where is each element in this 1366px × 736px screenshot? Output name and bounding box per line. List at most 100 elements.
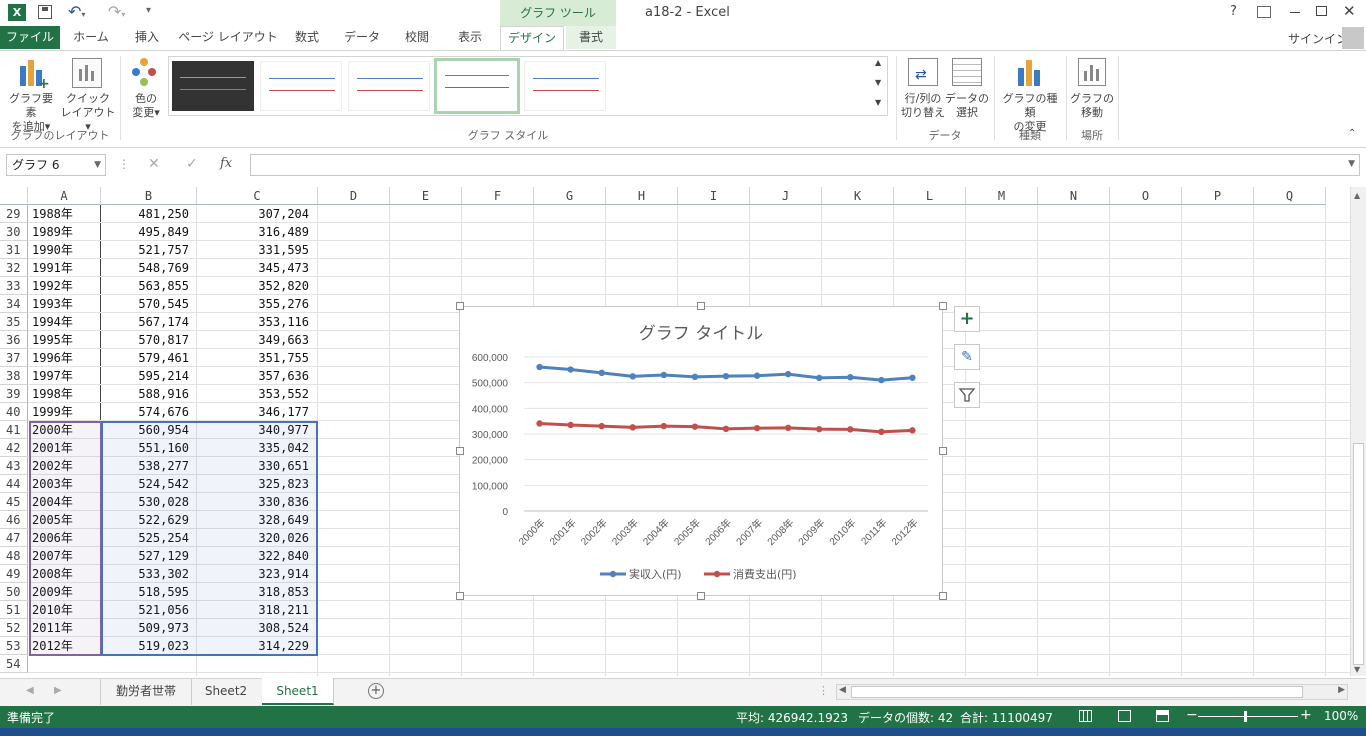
close-icon[interactable]: ✕ <box>1343 2 1356 20</box>
column-header[interactable]: O <box>1110 187 1182 205</box>
row-header[interactable]: 45 <box>0 493 28 511</box>
cell-expense[interactable]: 349,663 <box>197 331 309 349</box>
change-colors-button[interactable]: 色の 変更▾ <box>124 92 168 120</box>
chart-resize-handle[interactable] <box>456 447 464 455</box>
cell-expense[interactable]: 353,116 <box>197 313 309 331</box>
chart-style-5[interactable] <box>524 61 606 111</box>
vertical-scrollbar[interactable]: ▲ ▼ <box>1350 187 1366 676</box>
avatar[interactable] <box>1342 27 1364 49</box>
formula-input[interactable]: ▼ <box>250 154 1360 176</box>
column-header[interactable]: Q <box>1254 187 1326 205</box>
data-point[interactable] <box>567 366 574 373</box>
tab-design[interactable]: デザイン <box>500 26 564 50</box>
switch-row-column-button[interactable]: 行/列の 切り替え <box>898 92 948 120</box>
data-point[interactable] <box>722 372 730 380</box>
row-header[interactable]: 30 <box>0 223 28 241</box>
chart-resize-handle[interactable] <box>939 447 947 455</box>
column-header[interactable]: J <box>750 187 822 205</box>
row-header[interactable]: 51 <box>0 601 28 619</box>
page-break-view-icon[interactable] <box>1156 710 1169 722</box>
cell-year[interactable]: 1997年 <box>32 367 98 385</box>
row-header[interactable]: 32 <box>0 259 28 277</box>
row-header[interactable]: 31 <box>0 241 28 259</box>
tab-review[interactable]: 校閲 <box>392 26 442 49</box>
cell-expense[interactable]: 345,473 <box>197 259 309 277</box>
cell-income[interactable]: 481,250 <box>101 205 189 223</box>
chart-resize-handle[interactable] <box>456 592 464 600</box>
data-point[interactable] <box>909 374 916 381</box>
chart-filters-button[interactable] <box>954 382 980 408</box>
cell-year[interactable]: 1996年 <box>32 349 98 367</box>
tab-file[interactable]: ファイル <box>0 26 60 49</box>
data-point[interactable] <box>598 369 605 377</box>
row-header[interactable]: 54 <box>0 655 28 673</box>
enter-icon[interactable]: ✓ <box>186 156 198 172</box>
quick-layout-icon[interactable] <box>72 58 102 88</box>
column-header[interactable]: P <box>1182 187 1254 205</box>
redo-icon[interactable]: ↷▾ <box>108 2 125 21</box>
cell-year[interactable]: 1994年 <box>32 313 98 331</box>
minimize-icon[interactable] <box>1290 12 1300 13</box>
data-point[interactable] <box>909 427 916 434</box>
row-header[interactable]: 39 <box>0 385 28 403</box>
horizontal-scrollbar[interactable]: ◀ ▶ <box>836 684 1348 700</box>
cell-expense[interactable]: 351,755 <box>197 349 309 367</box>
cell-expense[interactable]: 352,820 <box>197 277 309 295</box>
cell-expense[interactable]: 331,595 <box>197 241 309 259</box>
name-box[interactable]: グラフ 6 ▼ <box>6 154 106 176</box>
data-point[interactable] <box>536 363 543 371</box>
column-header[interactable]: D <box>318 187 390 205</box>
data-point[interactable] <box>878 428 885 436</box>
cell-expense[interactable] <box>197 655 309 673</box>
switch-row-column-icon[interactable]: ⇄ <box>908 58 938 86</box>
select-data-icon[interactable] <box>952 58 982 86</box>
customize-qat-icon[interactable]: ▾ <box>146 5 151 16</box>
row-header[interactable]: 42 <box>0 439 28 457</box>
gallery-scroll-up-icon[interactable]: ▲ <box>875 58 881 67</box>
cell-income[interactable]: 595,214 <box>101 367 189 385</box>
tab-home[interactable]: ホーム <box>66 26 116 49</box>
row-header[interactable]: 34 <box>0 295 28 313</box>
data-point[interactable] <box>753 372 761 379</box>
gallery-scroll-down-icon[interactable]: ▼ <box>875 78 881 87</box>
chart-style-1[interactable] <box>172 61 254 111</box>
row-header[interactable]: 40 <box>0 403 28 421</box>
tab-split-icon[interactable]: ⋮ <box>818 684 829 697</box>
data-point[interactable] <box>598 422 605 430</box>
row-header[interactable]: 36 <box>0 331 28 349</box>
column-header[interactable]: A <box>28 187 101 205</box>
row-header[interactable]: 48 <box>0 547 28 565</box>
scroll-sheets-left-icon[interactable]: ◀ <box>26 685 34 696</box>
chart-resize-handle[interactable] <box>697 592 705 600</box>
add-chart-element-icon[interactable]: + <box>18 58 50 92</box>
cell-income[interactable]: 570,817 <box>101 331 189 349</box>
cell-income[interactable]: 567,174 <box>101 313 189 331</box>
chart-style-3[interactable] <box>348 61 430 111</box>
column-header[interactable]: E <box>390 187 462 205</box>
gallery-more-icon[interactable]: ▼ <box>875 98 881 107</box>
cell-year[interactable]: 1999年 <box>32 403 98 421</box>
cell-year[interactable]: 1988年 <box>32 205 98 223</box>
row-header[interactable]: 29 <box>0 205 28 223</box>
normal-view-icon[interactable] <box>1079 710 1092 722</box>
cell-income[interactable]: 548,769 <box>101 259 189 277</box>
chart-resize-handle[interactable] <box>456 302 464 310</box>
data-point[interactable] <box>660 422 668 430</box>
cell-income[interactable]: 579,461 <box>101 349 189 367</box>
data-point[interactable] <box>847 426 854 433</box>
chart-resize-handle[interactable] <box>939 592 947 600</box>
data-point[interactable] <box>660 371 668 379</box>
data-point[interactable] <box>691 423 699 430</box>
data-point[interactable] <box>629 373 636 380</box>
cell-year[interactable]: 1991年 <box>32 259 98 277</box>
row-header[interactable]: 35 <box>0 313 28 331</box>
chart-object[interactable]: 0 100,000 200,000 300,000 400,000 500,000 600,… <box>459 306 943 596</box>
row-header[interactable]: 41 <box>0 421 28 439</box>
cell-year[interactable]: 1993年 <box>32 295 98 313</box>
cancel-icon[interactable]: ✕ <box>148 156 160 172</box>
column-header[interactable]: L <box>894 187 966 205</box>
data-point[interactable] <box>753 424 761 432</box>
row-header[interactable]: 44 <box>0 475 28 493</box>
cell-income[interactable]: 574,676 <box>101 403 189 421</box>
tab-data[interactable]: データ <box>338 26 386 49</box>
